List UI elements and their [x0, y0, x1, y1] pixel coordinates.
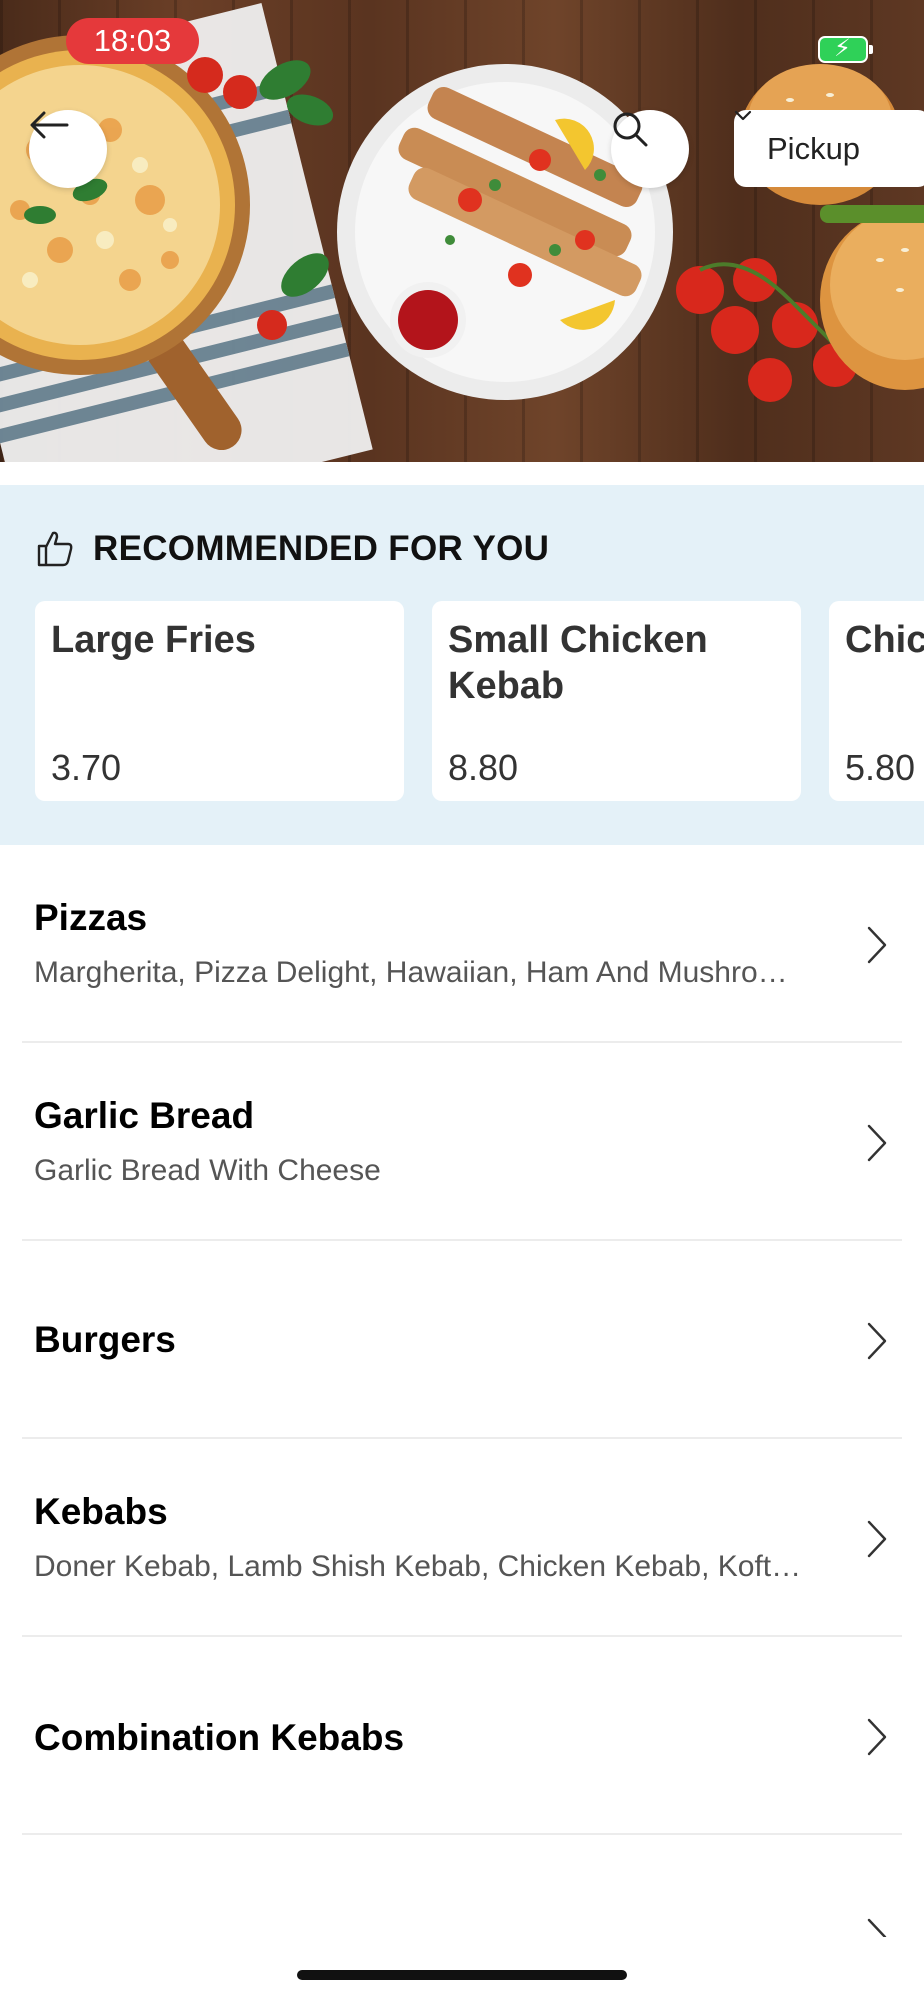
search-icon	[613, 112, 648, 147]
category-title: Kebabs	[34, 1491, 168, 1532]
category-subtitle: Margherita, Pizza Delight, Hawaiian, Ham…	[34, 956, 788, 989]
chevron-right-icon	[867, 926, 887, 964]
card-price: 3.70	[51, 747, 122, 788]
recommended-card[interactable]: Small Chicken Kebab 8.80	[432, 601, 801, 801]
food-illustration	[0, 2, 924, 462]
category-row-pizzas[interactable]: Pizzas Margherita, Pizza Delight, Hawaii…	[0, 845, 924, 1043]
chevron-right-icon	[867, 1322, 887, 1360]
card-name: Large Fries	[51, 619, 256, 661]
card-name: Small Chicken Kebab	[448, 619, 708, 707]
hero-banner-image: 18:03 ⚡ Pickup	[0, 0, 924, 462]
back-button[interactable]	[29, 110, 107, 188]
home-indicator	[297, 1970, 627, 1980]
chevron-right-icon	[867, 1718, 887, 1756]
recommended-section: RECOMMENDED FOR YOU Large Fries 3.70 Sma…	[0, 485, 924, 845]
category-title: Garlic Bread	[34, 1095, 255, 1136]
chevron-down-icon	[734, 110, 752, 121]
chevron-right-icon	[867, 1124, 887, 1162]
battery-charging-icon: ⚡	[818, 35, 873, 63]
category-row-kebabs[interactable]: Kebabs Doner Kebab, Lamb Shish Kebab, Ch…	[0, 1439, 924, 1637]
category-title: Combination Kebabs	[34, 1717, 405, 1758]
card-price: 5.80	[845, 747, 916, 788]
category-subtitle: Doner Kebab, Lamb Shish Kebab, Chicken K…	[34, 1550, 802, 1583]
category-row-garlic-bread[interactable]: Garlic Bread Garlic Bread With Cheese	[0, 1043, 924, 1241]
chevron-right-icon	[867, 1918, 887, 1937]
chevron-right-icon	[867, 1520, 887, 1558]
thumbs-up-icon	[37, 531, 73, 567]
category-row-burgers[interactable]: Burgers	[0, 1241, 924, 1439]
recommended-header: RECOMMENDED FOR YOU	[35, 529, 549, 569]
status-time: 18:03	[66, 18, 199, 64]
arrow-left-icon	[30, 111, 69, 139]
search-button[interactable]	[611, 110, 689, 188]
recommended-card[interactable]: Chicken Burger 5.80	[829, 601, 924, 801]
pickup-dropdown[interactable]: Pickup	[734, 110, 924, 187]
pickup-label: Pickup	[767, 130, 861, 166]
card-name: Chicken Burger	[845, 619, 924, 661]
category-subtitle: Garlic Bread With Cheese	[34, 1154, 381, 1187]
category-title: Burgers	[34, 1319, 176, 1360]
recommended-card[interactable]: Large Fries 3.70	[35, 601, 404, 801]
recommended-title: RECOMMENDED FOR YOU	[93, 529, 550, 568]
card-price: 8.80	[448, 747, 519, 788]
category-row-combination-kebabs[interactable]: Combination Kebabs	[0, 1637, 924, 1835]
category-title: Pizzas	[34, 897, 148, 938]
